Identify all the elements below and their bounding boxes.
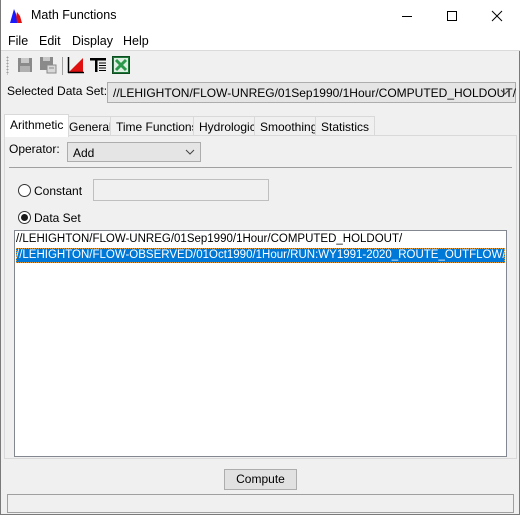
close-button[interactable] [474,0,519,31]
constant-input[interactable] [93,179,269,201]
tab-label: Statistics [321,120,370,134]
status-bar [7,494,514,513]
tab-arithmetic[interactable]: Arithmetic [4,114,70,137]
minimize-icon [401,15,412,17]
menu-file[interactable]: File [8,34,28,48]
save-icon [18,58,32,72]
menu-edit[interactable]: Edit [39,34,61,48]
maximize-icon [446,10,457,21]
compute-button[interactable]: Compute [224,469,297,490]
tab-label: Arithmetic [10,118,64,132]
title-bar[interactable]: Math Functions [1,0,520,31]
close-icon [491,10,502,21]
divider [9,167,512,168]
tab-label: General [69,120,112,134]
tab-label: Time Functions [116,120,198,134]
data-set-list[interactable]: //LEHIGHTON/FLOW-UNREG/01Sep1990/1Hour/C… [14,230,507,457]
toolbar-separator [62,57,63,75]
operator-value: Add [73,146,95,160]
operator-dropdown[interactable]: Add [67,142,201,162]
tab-label: Smoothing [260,120,318,134]
selected-data-set-value: //LEHIGHTON/FLOW-UNREG/01Sep1990/1Hour/C… [113,86,516,100]
tabulate-icon [90,58,106,72]
list-item[interactable]: //LEHIGHTON/FLOW-UNREG/01Sep1990/1Hour/C… [16,232,505,247]
data-set-radio[interactable] [18,211,31,224]
toolbar-grip[interactable] [6,56,9,75]
constant-radio[interactable] [18,184,31,197]
plot-button[interactable] [66,55,86,75]
window-title: Math Functions [31,8,117,22]
menu-help[interactable]: Help [123,34,149,48]
list-item-selected[interactable]: //LEHIGHTON/FLOW-OBSERVED/01Oct1990/1Hou… [16,248,506,263]
excel-button[interactable] [111,55,131,75]
math-functions-window: Math Functions File Edit Display Help Se… [0,0,520,515]
histogram-app-icon [10,9,22,23]
chevron-down-icon [500,89,510,95]
selected-data-set-dropdown[interactable]: //LEHIGHTON/FLOW-UNREG/01Sep1990/1Hour/C… [107,82,516,103]
menu-display[interactable]: Display [72,34,113,48]
save-button[interactable] [15,55,35,75]
tab-time-functions[interactable]: Time Functions [110,116,204,136]
save-as-button[interactable] [38,55,58,75]
menu-bar: File Edit Display Help [1,31,520,51]
toolbar [1,52,520,78]
minimize-button[interactable] [384,0,429,31]
chevron-down-icon [185,149,195,155]
tab-statistics[interactable]: Statistics [315,116,376,136]
excel-icon [112,56,130,74]
save-as-icon [40,57,57,74]
selected-data-set-label: Selected Data Set: [7,84,108,98]
tab-smoothing[interactable]: Smoothing [254,116,324,136]
operator-label: Operator: [9,142,60,156]
data-set-label: Data Set [34,211,81,225]
constant-label: Constant [34,184,83,198]
tabulate-button[interactable] [88,55,108,75]
maximize-button[interactable] [429,0,474,31]
tab-hydrologic[interactable]: Hydrologic [193,116,262,136]
tab-label: Hydrologic [199,120,256,134]
plot-icon [67,57,84,74]
